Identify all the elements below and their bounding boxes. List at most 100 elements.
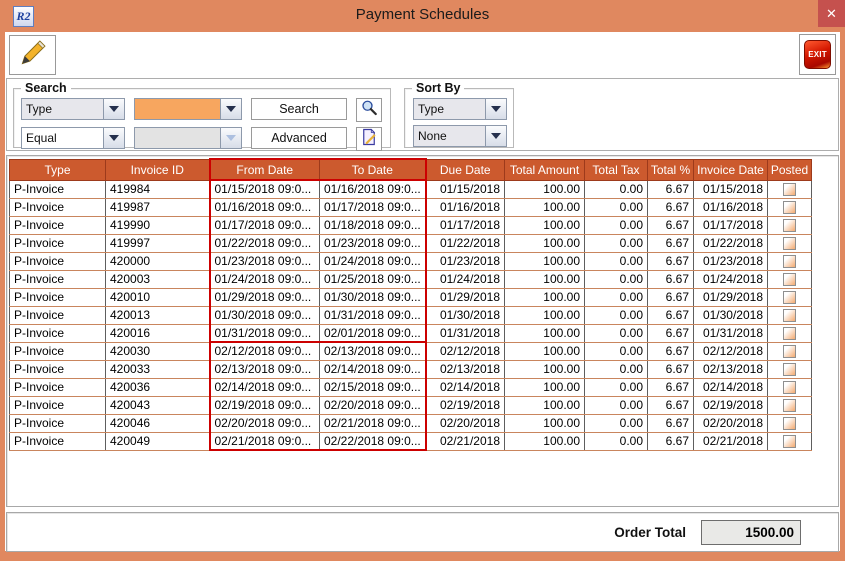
cell-total_tax: 0.00 (585, 234, 648, 252)
column-header-posted[interactable]: Posted (768, 159, 812, 180)
cell-due_date: 01/17/2018 (426, 216, 505, 234)
chevron-down-icon (220, 128, 241, 148)
table-row[interactable]: P-Invoice42004602/20/2018 09:0...02/21/2… (10, 414, 812, 432)
chevron-down-icon[interactable] (103, 99, 124, 119)
cell-total_pct: 6.67 (648, 198, 694, 216)
cell-type: P-Invoice (10, 342, 106, 360)
table-row[interactable]: P-Invoice41999701/22/2018 09:0...01/23/2… (10, 234, 812, 252)
column-header-total_amount[interactable]: Total Amount (505, 159, 585, 180)
cell-invoice_id: 420036 (106, 378, 210, 396)
cell-total_amount: 100.00 (505, 252, 585, 270)
chevron-down-icon[interactable] (220, 99, 241, 119)
table-row[interactable]: P-Invoice41998701/16/2018 09:0...01/17/2… (10, 198, 812, 216)
advanced-button[interactable]: Advanced (251, 127, 347, 149)
posted-checkbox[interactable] (783, 183, 796, 196)
cell-total_amount: 100.00 (505, 360, 585, 378)
cell-type: P-Invoice (10, 288, 106, 306)
table-row[interactable]: P-Invoice42003002/12/2018 09:0...02/13/2… (10, 342, 812, 360)
posted-checkbox[interactable] (783, 345, 796, 358)
sortby-secondary-combo[interactable]: None (413, 125, 507, 147)
column-header-from_date[interactable]: From Date (210, 159, 320, 180)
table-row[interactable]: P-Invoice42003302/13/2018 09:0...02/14/2… (10, 360, 812, 378)
window-content: EXIT Search Type Search (5, 32, 840, 551)
cell-due_date: 02/14/2018 (426, 378, 505, 396)
table-row[interactable]: P-Invoice41999001/17/2018 09:0...01/18/2… (10, 216, 812, 234)
advanced-report-button[interactable] (356, 127, 382, 151)
cell-invoice_date: 02/12/2018 (694, 342, 768, 360)
cell-invoice_date: 02/19/2018 (694, 396, 768, 414)
close-button[interactable]: ✕ (818, 0, 845, 27)
cell-invoice_date: 01/17/2018 (694, 216, 768, 234)
posted-checkbox[interactable] (783, 219, 796, 232)
sortby-groupbox: Sort By Type None (404, 88, 514, 148)
cell-type: P-Invoice (10, 360, 106, 378)
column-header-type[interactable]: Type (10, 159, 106, 180)
column-header-total_tax[interactable]: Total Tax (585, 159, 648, 180)
cell-total_tax: 0.00 (585, 180, 648, 198)
posted-checkbox[interactable] (783, 381, 796, 394)
table-row[interactable]: P-Invoice41998401/15/2018 09:0...01/16/2… (10, 180, 812, 198)
posted-checkbox[interactable] (783, 237, 796, 250)
cell-total_tax: 0.00 (585, 396, 648, 414)
table-row[interactable]: P-Invoice42001601/31/2018 09:0...02/01/2… (10, 324, 812, 342)
exit-button[interactable]: EXIT (799, 34, 836, 75)
search-value-combo[interactable] (134, 98, 242, 120)
sortby-secondary-value: None (414, 126, 485, 146)
table-row[interactable]: P-Invoice42000001/23/2018 09:0...01/24/2… (10, 252, 812, 270)
posted-checkbox[interactable] (783, 309, 796, 322)
table-row[interactable]: P-Invoice42001301/30/2018 09:0...01/31/2… (10, 306, 812, 324)
column-header-invoice_date[interactable]: Invoice Date (694, 159, 768, 180)
cell-type: P-Invoice (10, 378, 106, 396)
schedule-grid-panel: TypeInvoice IDFrom DateTo DateDue DateTo… (6, 155, 839, 507)
posted-checkbox[interactable] (783, 399, 796, 412)
cell-from_date: 02/19/2018 09:0... (210, 396, 320, 414)
cell-invoice_id: 420016 (106, 324, 210, 342)
posted-checkbox[interactable] (783, 435, 796, 448)
search-operator-combo[interactable]: Equal (21, 127, 125, 149)
cell-total_tax: 0.00 (585, 360, 648, 378)
cell-from_date: 01/24/2018 09:0... (210, 270, 320, 288)
cell-type: P-Invoice (10, 180, 106, 198)
edit-button[interactable] (9, 35, 56, 75)
table-row[interactable]: P-Invoice42004902/21/2018 09:0...02/22/2… (10, 432, 812, 450)
table-row[interactable]: P-Invoice42003602/14/2018 09:0...02/15/2… (10, 378, 812, 396)
cell-invoice_date: 01/16/2018 (694, 198, 768, 216)
posted-checkbox[interactable] (783, 201, 796, 214)
posted-checkbox[interactable] (783, 327, 796, 340)
cell-invoice_date: 01/24/2018 (694, 270, 768, 288)
column-header-due_date[interactable]: Due Date (426, 159, 505, 180)
column-header-invoice_id[interactable]: Invoice ID (106, 159, 210, 180)
posted-checkbox[interactable] (783, 273, 796, 286)
title-bar: R2 Payment Schedules ✕ (0, 0, 845, 32)
search-magnifier-button[interactable] (356, 98, 382, 122)
column-header-to_date[interactable]: To Date (320, 159, 426, 180)
search-button[interactable]: Search (251, 98, 347, 120)
cell-total_amount: 100.00 (505, 378, 585, 396)
table-row[interactable]: P-Invoice42001001/29/2018 09:0...01/30/2… (10, 288, 812, 306)
cell-invoice_id: 420033 (106, 360, 210, 378)
sortby-primary-combo[interactable]: Type (413, 98, 507, 120)
cell-total_tax: 0.00 (585, 252, 648, 270)
cell-due_date: 02/12/2018 (426, 342, 505, 360)
column-header-total_pct[interactable]: Total % (648, 159, 694, 180)
cell-total_amount: 100.00 (505, 414, 585, 432)
search-value-input[interactable] (135, 99, 220, 119)
posted-checkbox[interactable] (783, 363, 796, 376)
posted-checkbox[interactable] (783, 291, 796, 304)
table-row[interactable]: P-Invoice42004302/19/2018 09:0...02/20/2… (10, 396, 812, 414)
cell-total_amount: 100.00 (505, 324, 585, 342)
posted-checkbox[interactable] (783, 255, 796, 268)
posted-checkbox[interactable] (783, 417, 796, 430)
table-row[interactable]: P-Invoice42000301/24/2018 09:0...01/25/2… (10, 270, 812, 288)
cell-invoice_date: 01/31/2018 (694, 324, 768, 342)
cell-to_date: 01/24/2018 09:0... (320, 252, 426, 270)
cell-posted (768, 180, 812, 198)
cell-invoice_id: 419990 (106, 216, 210, 234)
cell-due_date: 01/29/2018 (426, 288, 505, 306)
cell-from_date: 01/23/2018 09:0... (210, 252, 320, 270)
chevron-down-icon[interactable] (485, 99, 506, 119)
chevron-down-icon[interactable] (485, 126, 506, 146)
chevron-down-icon[interactable] (103, 128, 124, 148)
cell-to_date: 02/14/2018 09:0... (320, 360, 426, 378)
search-field-combo[interactable]: Type (21, 98, 125, 120)
